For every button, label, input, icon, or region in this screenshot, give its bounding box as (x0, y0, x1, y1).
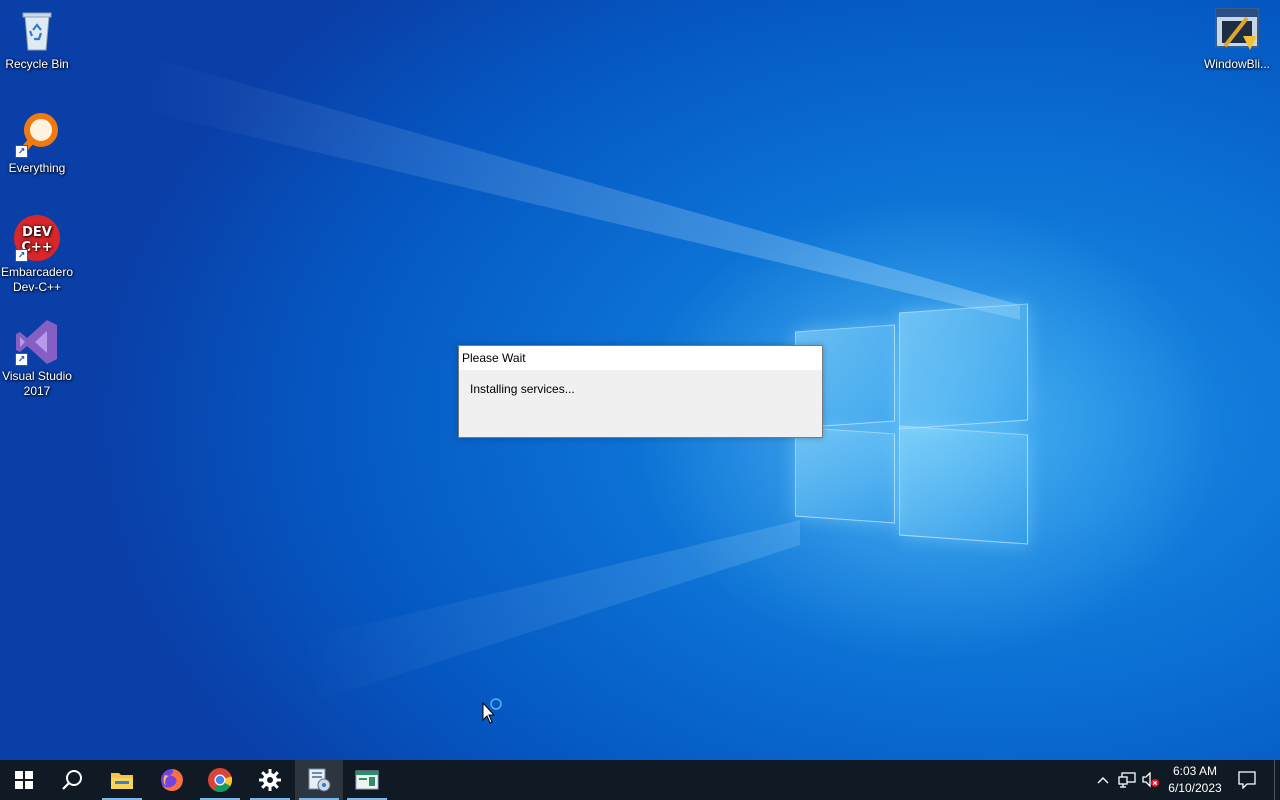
start-button[interactable] (0, 760, 48, 800)
network-icon (1118, 772, 1136, 788)
desktop-icon-visual-studio[interactable]: ↗ Visual Studio 2017 (0, 318, 74, 399)
desktop-icon-everything[interactable]: ↗ Everything (0, 110, 74, 176)
installer-icon (308, 768, 331, 792)
desktop: Recycle Bin ↗ Everything DEV C++ ↗ Embar… (0, 0, 1280, 760)
dev-cpp-icon: DEV C++ ↗ (13, 214, 61, 262)
folder-icon (111, 773, 133, 789)
show-hidden-icons-button[interactable] (1093, 760, 1113, 800)
taskbar: 6:03 AM 6/10/2023 (0, 760, 1280, 800)
firefox-button[interactable] (148, 760, 196, 800)
busy-cursor-icon (482, 698, 502, 724)
desktop-icon-label: WindowBli... (1203, 57, 1271, 71)
windows-start-icon (15, 771, 33, 789)
firefox-icon (161, 769, 183, 791)
visual-studio-icon: ↗ (13, 318, 61, 366)
desktop-icon-dev-cpp[interactable]: DEV C++ ↗ Embarcadero Dev-C++ (0, 214, 74, 295)
installer-button[interactable] (295, 760, 343, 800)
chrome-button[interactable] (196, 760, 244, 800)
desktop-icon-label: Everything (8, 161, 66, 175)
chevron-up-icon (1097, 777, 1109, 784)
shortcut-arrow-icon: ↗ (15, 145, 28, 158)
app-window-button[interactable] (343, 760, 391, 800)
windowblinds-icon (1213, 6, 1261, 54)
desktop-icon-label-line1: Embarcadero (0, 265, 74, 279)
please-wait-dialog[interactable]: Please Wait Installing services... (458, 345, 823, 438)
clock-date: 6/10/2023 (1168, 781, 1222, 795)
desktop-icon-label-line2: 2017 (23, 384, 51, 398)
chrome-icon (207, 768, 233, 793)
notification-center-button[interactable] (1232, 760, 1262, 800)
everything-search-icon: ↗ (13, 110, 61, 158)
windows-logo-wallpaper (795, 303, 1030, 548)
file-explorer-button[interactable] (98, 760, 146, 800)
search-button[interactable] (48, 760, 96, 800)
shortcut-arrow-icon: ↗ (15, 353, 28, 366)
gear-icon (259, 769, 281, 791)
desktop-icon-windowblinds[interactable]: WindowBli... (1200, 6, 1274, 72)
svg-text:DEV: DEV (22, 225, 52, 240)
desktop-icon-recycle-bin[interactable]: Recycle Bin (0, 6, 74, 72)
dialog-title: Please Wait (459, 346, 822, 370)
recycle-bin-icon (13, 6, 61, 54)
network-tray-button[interactable] (1116, 760, 1138, 800)
show-desktop-button[interactable] (1274, 760, 1280, 800)
desktop-icon-label: Recycle Bin (5, 57, 69, 71)
notification-icon (1238, 771, 1256, 789)
desktop-icon-label-line2: Dev-C++ (12, 280, 62, 294)
search-icon (62, 770, 82, 790)
desktop-icon-label-line1: Visual Studio (2, 369, 72, 383)
volume-tray-button[interactable] (1140, 760, 1162, 800)
window-app-icon (355, 770, 379, 790)
dialog-message: Installing services... (470, 382, 575, 396)
clock-time: 6:03 AM (1172, 764, 1218, 778)
settings-button[interactable] (246, 760, 294, 800)
shortcut-arrow-icon: ↗ (15, 249, 28, 262)
volume-muted-icon (1142, 772, 1159, 788)
taskbar-clock[interactable]: 6:03 AM 6/10/2023 (1164, 763, 1226, 797)
